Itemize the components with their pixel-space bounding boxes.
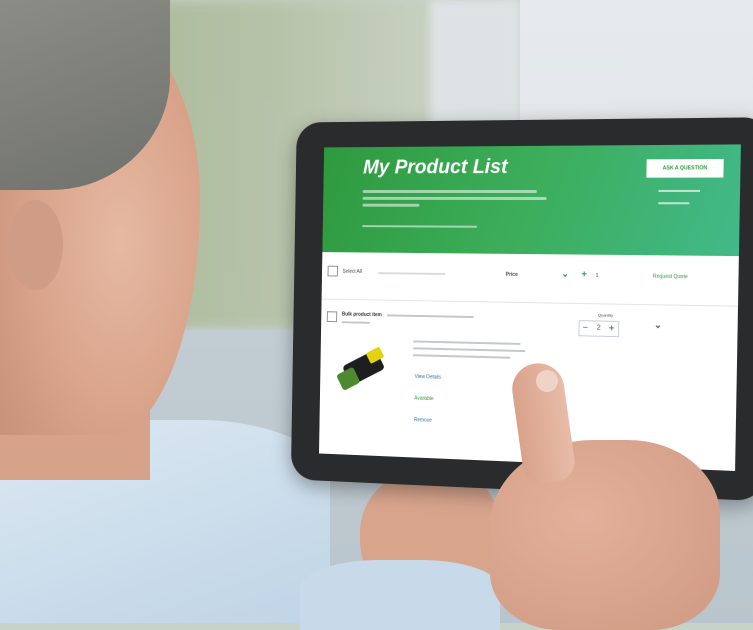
remove-link[interactable]: Remove [414,417,432,424]
item-description-line [413,340,521,345]
product-image [336,346,394,394]
item-description-line [413,347,526,353]
item-checkbox[interactable] [326,311,338,323]
sort-dropdown[interactable]: Price [506,272,518,278]
item-description-line [413,354,511,359]
share-list-link[interactable] [658,202,690,205]
list-toolbar: Select All Price ⌄ + 1 Request Quote [321,252,739,307]
select-all-checkbox[interactable] [327,265,338,277]
hero-description-line [362,203,420,207]
availability-status: Available [414,395,434,403]
search-placeholder-line [378,272,446,275]
hero-banner: My Product List ASK A QUESTION [322,144,741,257]
person-ear [8,200,63,290]
hero-note-line [362,225,478,228]
quantity-label: Quantity [597,312,614,318]
hero-description-line [362,189,537,193]
quantity-value: 2 [596,324,601,332]
ask-question-button[interactable]: ASK A QUESTION [646,158,724,178]
view-details-link[interactable]: View Details [415,374,441,381]
chevron-down-icon[interactable]: ⌄ [561,268,569,279]
select-all-label: Select All [342,268,362,275]
person-sleeve [300,560,500,630]
quantity-value[interactable]: 1 [596,273,599,279]
minus-icon[interactable]: − [583,322,588,332]
item-subtitle-line [387,314,474,319]
page-title: My Product List [362,156,508,179]
add-product-link[interactable] [658,189,701,192]
item-title: Bulk product item [341,311,382,319]
hero-description-line [362,196,547,201]
more-icon[interactable]: ⌄ [654,320,662,331]
plus-icon[interactable]: + [609,323,615,333]
request-dropdown[interactable]: Request Quote [653,274,688,281]
plus-icon[interactable]: + [581,269,586,279]
item-code-line [341,321,370,324]
